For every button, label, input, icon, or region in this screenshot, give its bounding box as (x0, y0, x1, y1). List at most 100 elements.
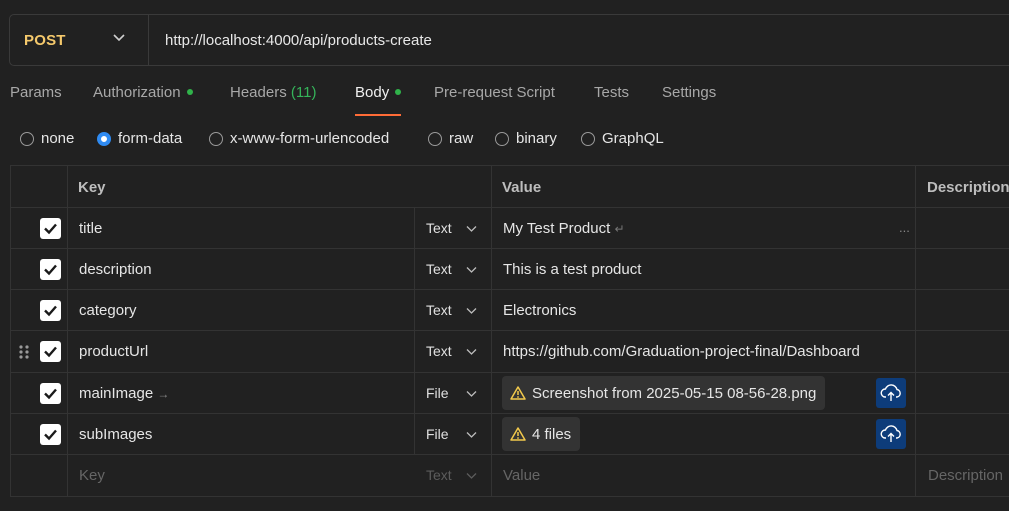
check-icon (44, 429, 57, 441)
row-key[interactable]: category (79, 302, 137, 319)
upload-button[interactable] (876, 378, 906, 408)
table-row: description Text This is a test product (11, 249, 1009, 290)
cloud-upload-icon (880, 425, 901, 442)
radio-label: binary (516, 130, 557, 147)
request-url-bar: POST http://localhost:4000/api/products-… (9, 14, 1009, 66)
radio-circle (581, 131, 595, 146)
table-header: Key Value Description (11, 166, 1009, 208)
type-select[interactable]: File (426, 385, 449, 401)
row-value[interactable]: Electronics (503, 302, 576, 319)
chevron-down-icon (466, 391, 477, 397)
new-value-input[interactable]: Value (503, 467, 540, 484)
warning-icon (510, 427, 526, 441)
header-key: Key (78, 179, 106, 196)
row-checkbox[interactable] (40, 383, 61, 404)
row-checkbox[interactable] (40, 341, 61, 362)
row-checkbox[interactable] (40, 259, 61, 280)
row-key[interactable]: description (79, 261, 152, 278)
chevron-down-icon (466, 473, 477, 479)
tab-label: Authorization (93, 84, 181, 101)
check-icon (44, 223, 57, 235)
type-select[interactable]: Text (426, 302, 452, 318)
radio-circle (495, 131, 509, 146)
tab-label: Params (10, 84, 62, 101)
tab-params[interactable]: Params (10, 84, 62, 116)
row-checkbox[interactable] (40, 424, 61, 445)
chevron-down-icon (466, 226, 477, 232)
check-icon (44, 388, 57, 400)
table-row: mainImage → File Screenshot from 2025-05… (11, 373, 1009, 414)
check-icon (44, 264, 57, 276)
table-row: title Text My Test Product ↵ ... (11, 208, 1009, 249)
chevron-down-icon (466, 432, 477, 438)
header-description: Description (927, 179, 1009, 196)
tab-body[interactable]: Body (355, 84, 402, 116)
file-name: Screenshot from 2025-05-15 08-56-28.png (532, 384, 817, 402)
newline-icon: ↵ (614, 222, 625, 236)
upload-button[interactable] (876, 419, 906, 449)
tab-headers[interactable]: Headers (11) (230, 84, 316, 116)
method-select[interactable]: POST (10, 15, 149, 65)
radio-label: raw (449, 130, 474, 147)
file-name: 4 files (532, 425, 572, 443)
row-value[interactable]: My Test Product ↵ (503, 220, 625, 237)
method-label: POST (24, 31, 66, 49)
new-key-input[interactable]: Key (79, 467, 105, 484)
radio-form-data[interactable]: form-data (97, 130, 182, 147)
cloud-upload-icon (880, 384, 901, 401)
row-key[interactable]: productUrl (79, 343, 148, 360)
chevron-down-icon (113, 34, 125, 42)
header-value: Value (502, 179, 542, 196)
status-dot (395, 89, 402, 95)
tab-settings[interactable]: Settings (662, 84, 716, 116)
type-select[interactable]: File (426, 426, 449, 442)
warning-icon (510, 386, 526, 400)
radio-circle-selected (97, 131, 111, 146)
form-data-table: Key Value Description title Text My Test… (10, 165, 1009, 497)
row-value-text: My Test Product (503, 220, 611, 237)
tab-authorization[interactable]: Authorization (93, 84, 193, 116)
check-icon (44, 305, 57, 317)
check-icon (44, 346, 57, 358)
row-value[interactable]: https://github.com/Graduation-project-fi… (503, 343, 860, 360)
drag-handle-icon[interactable] (18, 344, 30, 360)
new-type-select[interactable]: Text (426, 467, 452, 483)
file-chip[interactable]: 4 files (502, 417, 581, 451)
new-description-input[interactable]: Description (928, 467, 1003, 484)
radio-label: GraphQL (602, 130, 664, 147)
tab-label: Tests (594, 84, 630, 101)
row-key-text: mainImage (79, 385, 154, 402)
more-icon[interactable]: ... (899, 220, 910, 235)
chevron-down-icon (466, 349, 477, 355)
status-dot (186, 89, 193, 95)
url-input[interactable]: http://localhost:4000/api/products-creat… (149, 32, 432, 49)
type-select[interactable]: Text (426, 261, 452, 277)
type-select[interactable]: Text (426, 343, 452, 359)
table-row: subImages File 4 files (11, 414, 1009, 455)
tab-label: Pre-request Script (434, 84, 555, 101)
tab-pre-request-script[interactable]: Pre-request Script (434, 84, 555, 116)
row-checkbox[interactable] (40, 218, 61, 239)
table-row: category Text Electronics (11, 290, 1009, 331)
type-select[interactable]: Text (426, 220, 452, 236)
chevron-down-icon (466, 267, 477, 273)
row-key[interactable]: subImages (79, 426, 152, 443)
radio-none[interactable]: none (20, 130, 74, 147)
row-key[interactable]: mainImage → (79, 385, 169, 402)
row-value[interactable]: This is a test product (503, 261, 641, 278)
headers-count: (11) (290, 84, 317, 101)
row-checkbox[interactable] (40, 300, 61, 321)
radio-graphql[interactable]: GraphQL (581, 130, 664, 147)
radio-x-www-form-urlencoded[interactable]: x-www-form-urlencoded (209, 130, 389, 147)
arrow-right-icon: → (157, 387, 170, 401)
radio-label: x-www-form-urlencoded (230, 130, 390, 147)
tab-label: Headers (230, 84, 287, 101)
radio-raw[interactable]: raw (428, 130, 473, 147)
tab-tests[interactable]: Tests (594, 84, 629, 116)
file-chip[interactable]: Screenshot from 2025-05-15 08-56-28.png (502, 376, 826, 410)
tab-label: Settings (662, 84, 717, 101)
radio-binary[interactable]: binary (495, 130, 557, 147)
radio-circle (428, 131, 442, 146)
row-key[interactable]: title (79, 220, 102, 237)
radio-label: none (41, 130, 75, 147)
